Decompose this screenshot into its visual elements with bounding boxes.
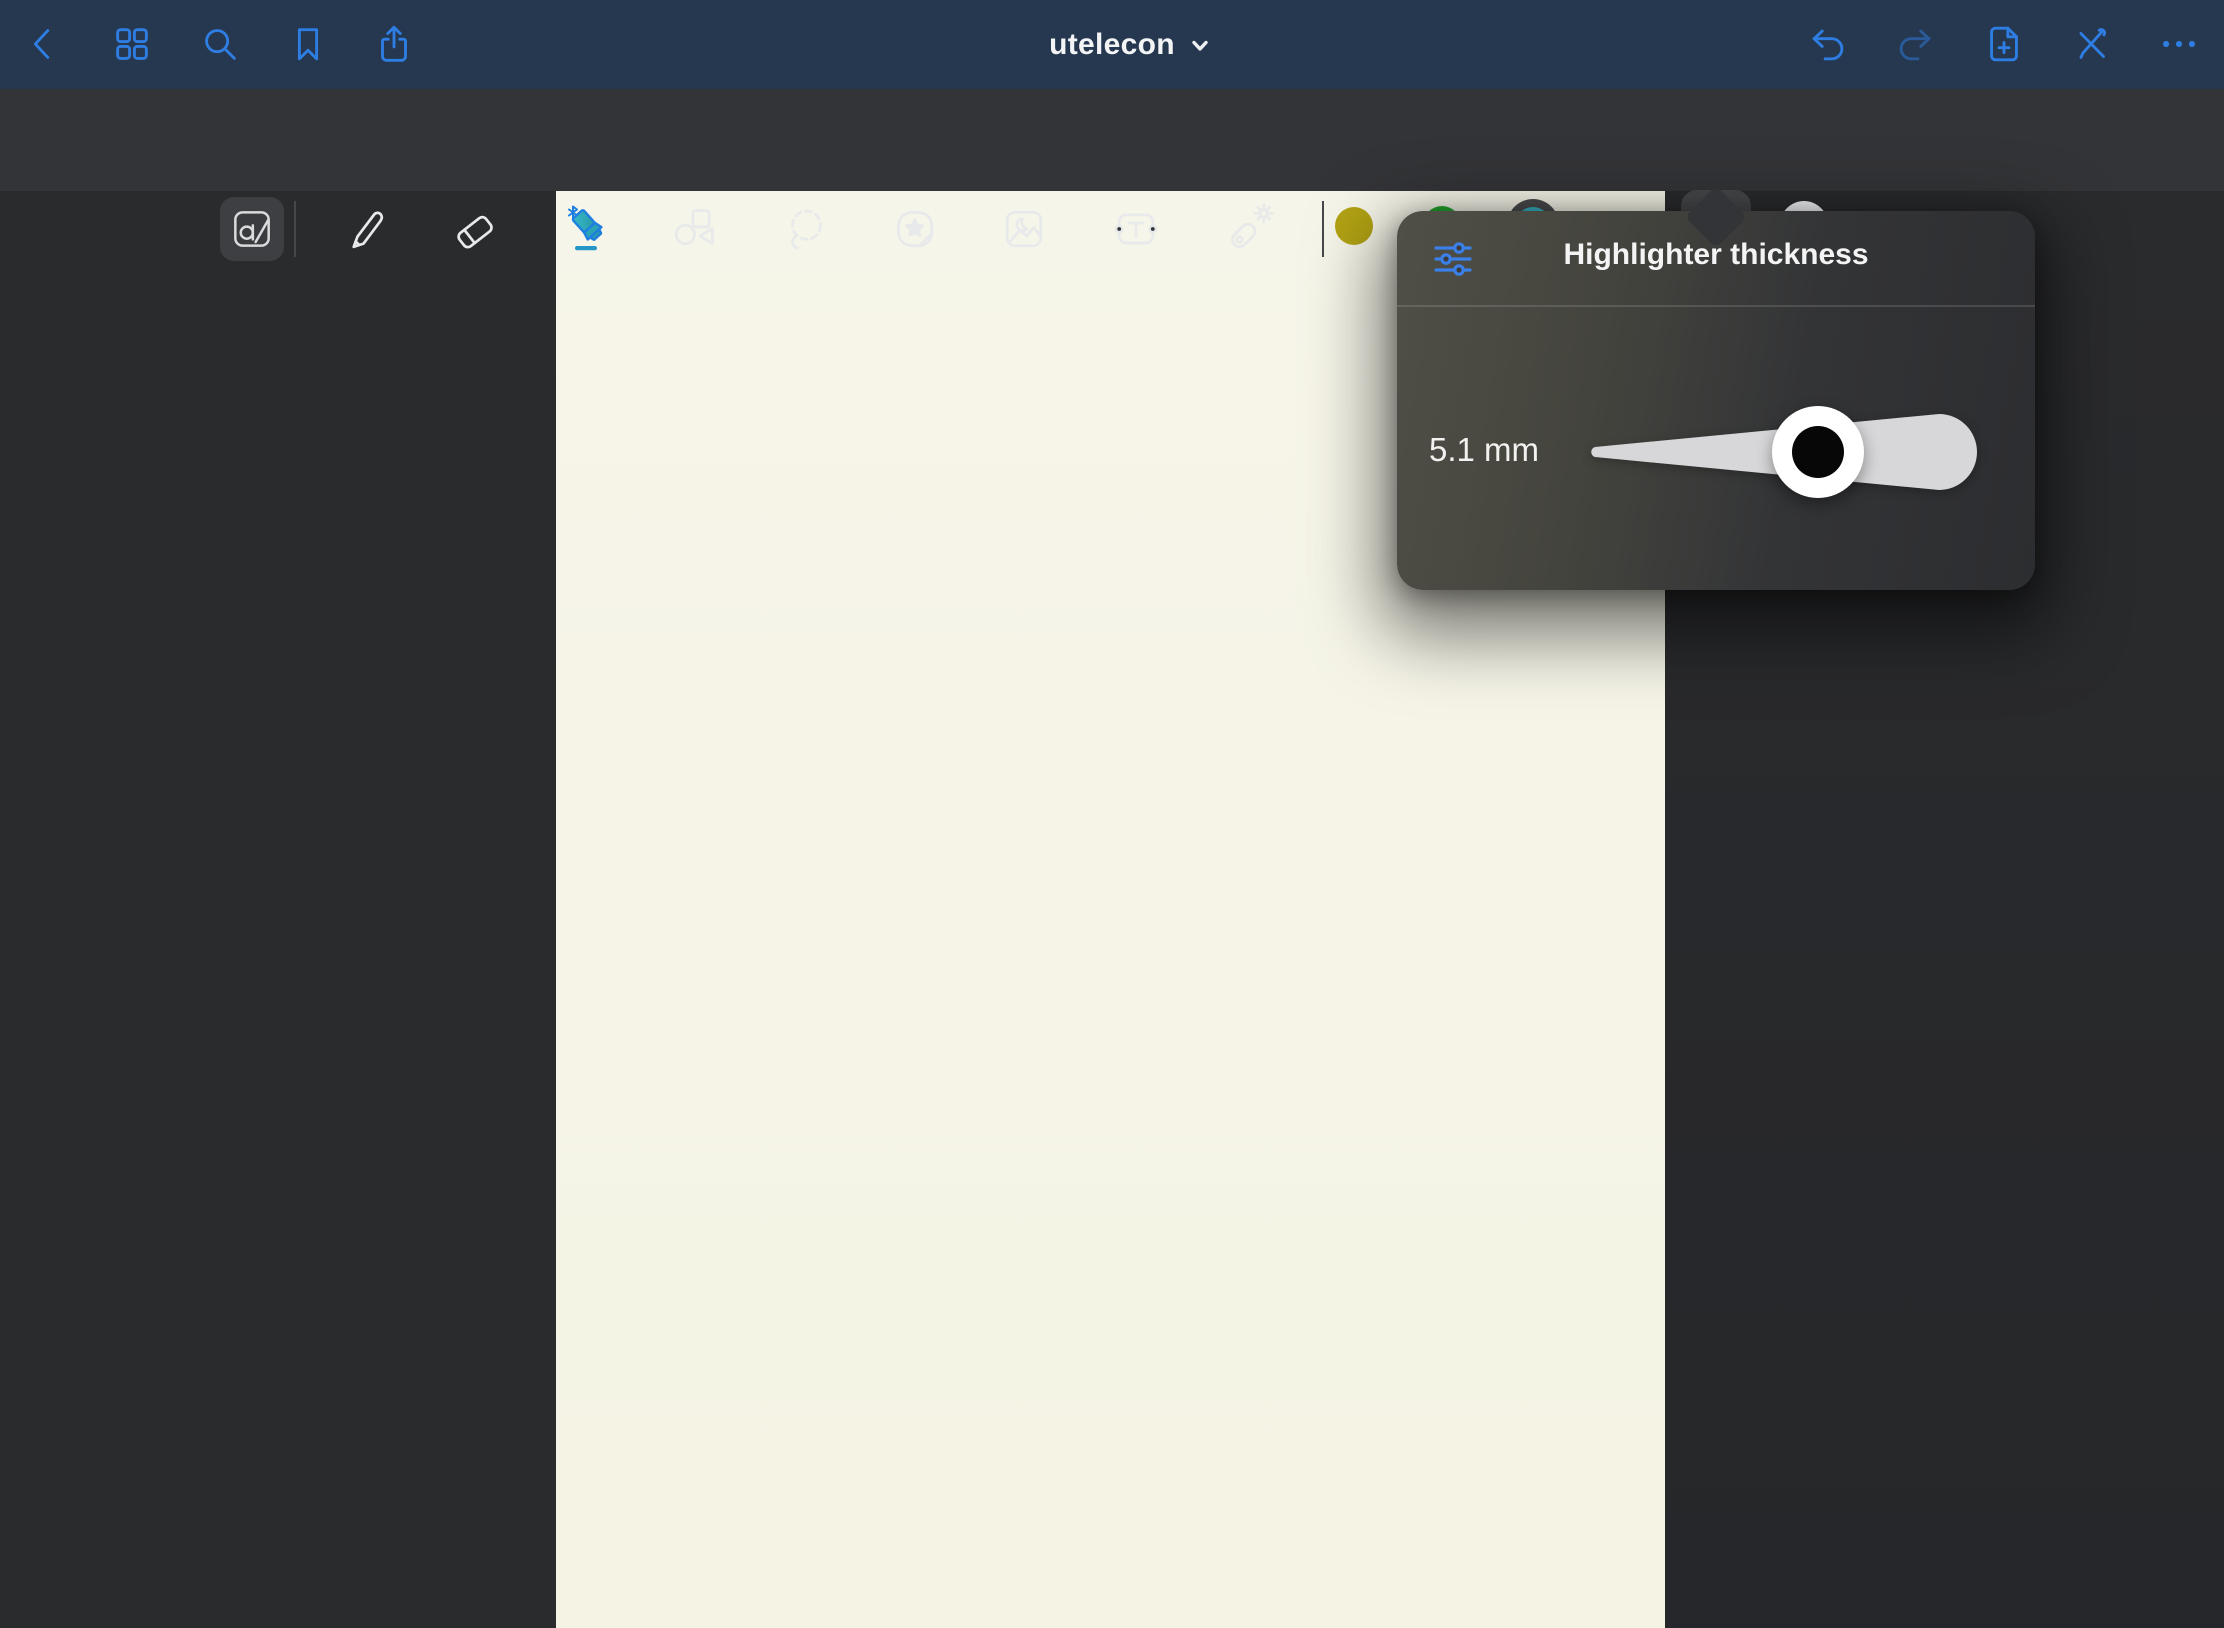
image-icon (998, 203, 1050, 255)
redo-button[interactable] (1892, 21, 1938, 67)
add-page-button[interactable] (1981, 21, 2027, 67)
tool-lasso[interactable] (780, 203, 832, 255)
toolbar-separator (294, 201, 296, 257)
top-navigation-bar: utelecon (0, 0, 2224, 89)
sticker-star-icon (889, 203, 941, 255)
pen-slash-icon (2069, 21, 2115, 67)
toolbar-separator (1322, 201, 1324, 257)
color-swatch-yellow[interactable] (1335, 207, 1373, 245)
tool-highlighter[interactable] (560, 203, 612, 255)
undo-button[interactable] (1805, 21, 1851, 67)
tool-edit-mode[interactable] (220, 197, 284, 261)
lasso-icon (780, 203, 832, 255)
ellipsis-icon (2156, 21, 2202, 67)
thickness-value-label: 5.1 mm (1429, 431, 1539, 469)
text-icon (1110, 203, 1162, 255)
highlighter-icon (560, 203, 612, 255)
highlighter-thickness-popover: Highlighter thickness 5.1 mm (1397, 211, 2035, 590)
popover-title: Highlighter thickness (1397, 238, 2035, 272)
more-button[interactable] (2156, 21, 2202, 67)
popover-divider (1397, 305, 2035, 307)
page-title[interactable]: utelecon (0, 0, 2224, 89)
thickness-slider-knob-center (1792, 426, 1844, 478)
edit-mode-icon (227, 204, 277, 254)
tool-pen[interactable] (338, 203, 390, 255)
chevron-down-icon (1188, 33, 1212, 57)
eraser-icon (449, 203, 501, 255)
thickness-slider-knob[interactable] (1772, 406, 1864, 498)
stylus-mode-button[interactable] (2069, 21, 2115, 67)
tool-bar (0, 89, 2224, 191)
popover-header: Highlighter thickness (1397, 211, 2035, 305)
tool-shapes[interactable] (668, 203, 720, 255)
tool-stickers[interactable] (889, 203, 941, 255)
laser-pointer-icon (1222, 203, 1274, 255)
undo-icon (1805, 21, 1851, 67)
tool-image[interactable] (998, 203, 1050, 255)
redo-icon (1892, 21, 1938, 67)
tool-text[interactable] (1110, 203, 1162, 255)
pen-icon (338, 203, 390, 255)
tool-eraser[interactable] (449, 203, 501, 255)
tool-laser-pointer[interactable] (1222, 203, 1274, 255)
title-menu-button[interactable] (1188, 33, 1212, 57)
add-page-icon (1981, 21, 2027, 67)
canvas-background-left (0, 191, 556, 1628)
shapes-icon (668, 203, 720, 255)
